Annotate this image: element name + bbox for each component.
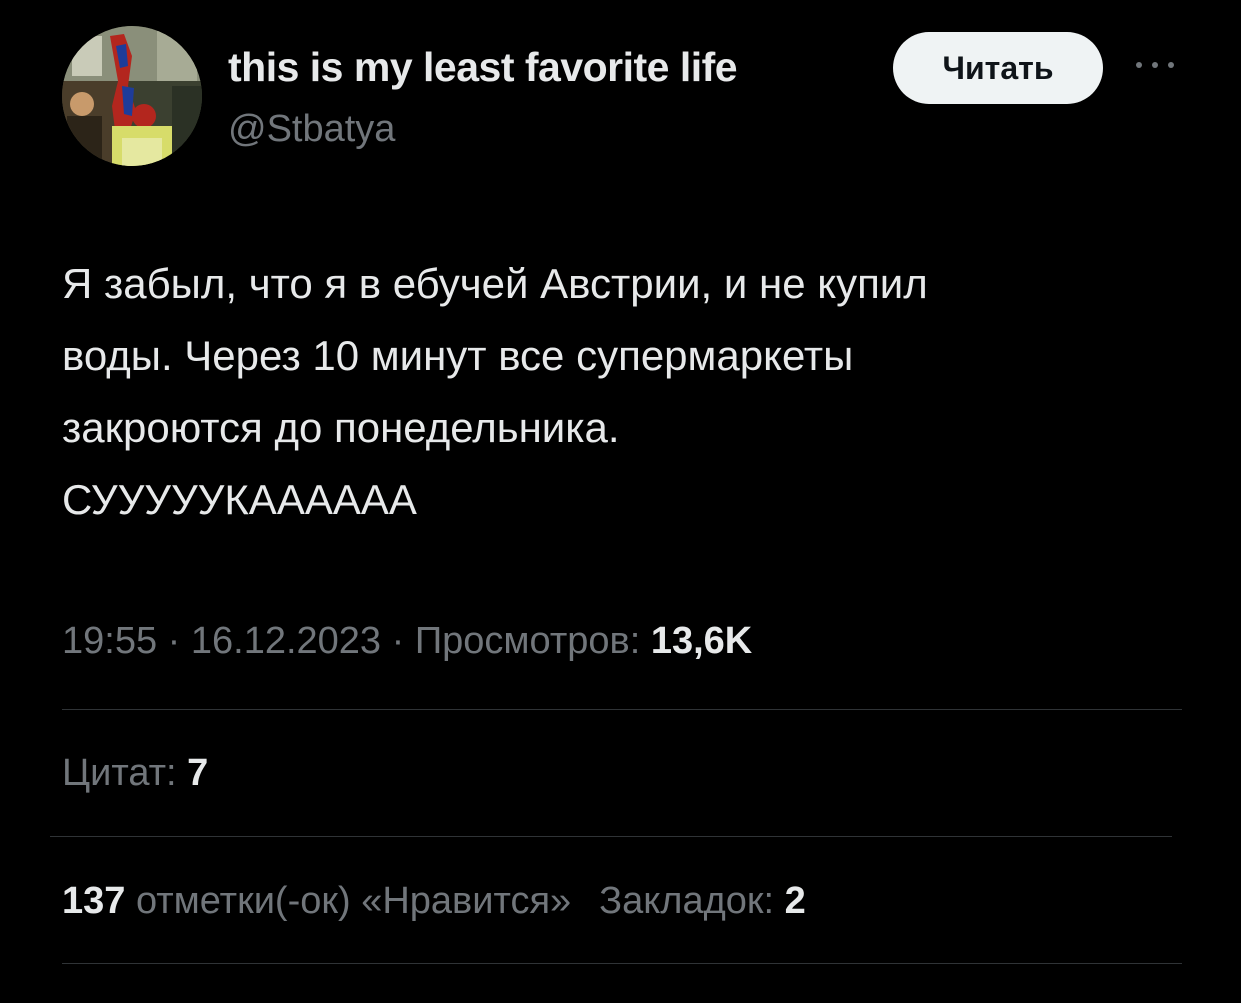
follow-button[interactable]: Читать [893,32,1103,104]
more-options-button[interactable] [1130,50,1180,80]
divider [50,836,1172,837]
ellipsis-icon [1136,62,1174,68]
user-avatar-photo [62,26,202,166]
tweet-meta: 19:55 · 16.12.2023 · Просмотров: 13,6K [62,620,752,663]
bookmarks-label: Закладок: [599,880,775,922]
divider [62,709,1182,710]
bookmarks-count: 2 [784,880,806,922]
meta-separator: · [157,620,191,662]
quotes-stat[interactable]: Цитат: 7 [62,752,208,795]
tweet-text: Я забыл, что я в ебучей Австрии, и не ку… [62,260,928,523]
quotes-count: 7 [187,752,209,794]
author-display-name[interactable]: this is my least favorite life [228,44,738,91]
likes-stat[interactable]: 137 отметки(-ок) «Нравится» [62,880,571,922]
likes-count: 137 [62,880,126,922]
avatar[interactable] [62,26,202,166]
tweet-time[interactable]: 19:55 [62,620,157,662]
likes-label: отметки(-ок) «Нравится» [135,880,572,922]
meta-separator: · [381,620,415,662]
bookmarks-stat[interactable]: Закладок: 2 [599,880,806,922]
author-handle[interactable]: @Stbatya [228,108,395,151]
views-label: Просмотров: [414,620,641,662]
divider [62,963,1182,964]
views-count: 13,6K [650,620,753,662]
engagement-stats: 137 отметки(-ок) «Нравится» Закладок: 2 [62,880,806,923]
tweet-date[interactable]: 16.12.2023 [191,620,381,662]
follow-button-label: Читать [942,49,1054,86]
quotes-label: Цитат: [62,752,177,794]
